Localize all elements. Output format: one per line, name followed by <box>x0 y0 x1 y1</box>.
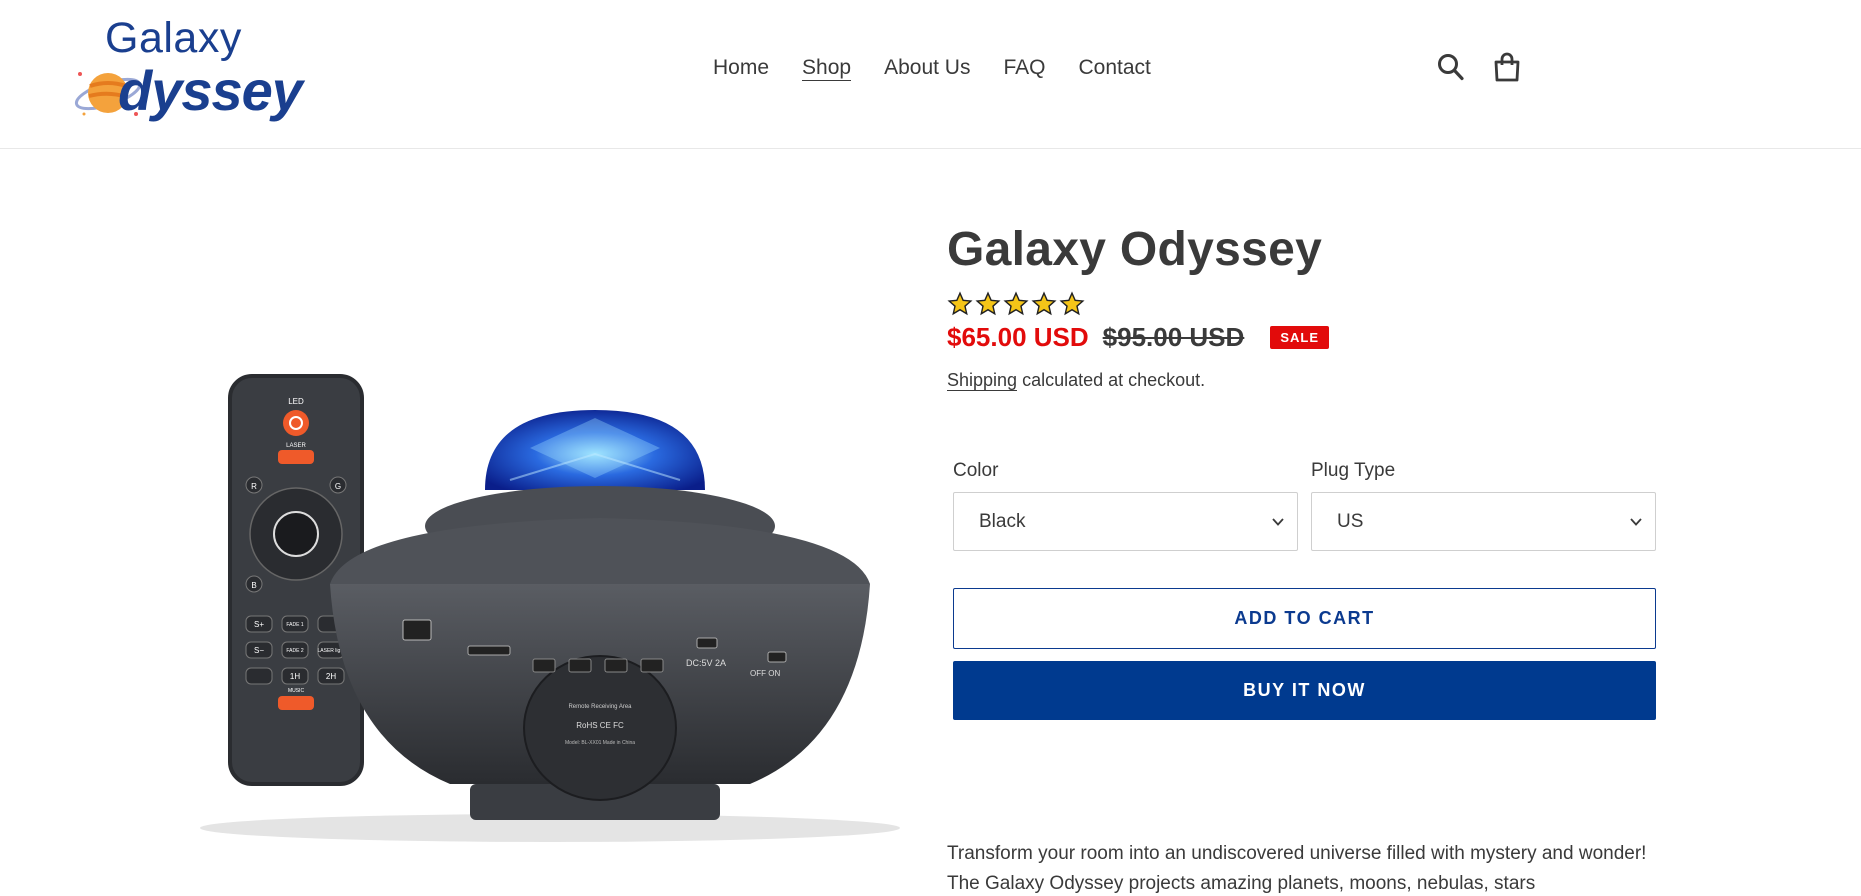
variant-selectors: Color Black Plug Type US <box>953 460 1656 551</box>
svg-text:1H: 1H <box>290 672 300 681</box>
chevron-down-icon <box>1272 518 1284 526</box>
color-label: Color <box>953 460 999 481</box>
add-to-cart-button[interactable]: ADD TO CART <box>953 588 1656 649</box>
svg-text:RoHS CE FC: RoHS CE FC <box>576 721 624 730</box>
star-icon <box>1031 291 1057 316</box>
search-icon[interactable] <box>1437 52 1465 82</box>
star-icon <box>947 291 973 316</box>
color-select[interactable]: Black <box>953 492 1298 551</box>
cart-icon[interactable] <box>1493 52 1521 82</box>
plug-value: US <box>1337 511 1364 532</box>
color-selector: Color Black <box>953 460 1298 551</box>
sale-badge: SALE <box>1270 325 1329 349</box>
main-nav: Home Shop About Us FAQ Contact <box>713 56 1184 81</box>
sale-price: $65.00 USD <box>947 321 1089 352</box>
svg-text:B: B <box>251 581 256 590</box>
svg-text:G: G <box>335 482 341 491</box>
remote-laser-label: LASER <box>286 443 306 449</box>
svg-text:Remote Receiving Area: Remote Receiving Area <box>568 704 632 710</box>
header-icons <box>1437 52 1521 82</box>
plug-selector: Plug Type US <box>1311 460 1656 551</box>
svg-text:Model: BL-XX01 Made in Chin: Model: BL-XX01 Made in China <box>565 740 635 746</box>
remote-led-label: LED <box>288 397 304 406</box>
product-description: Transform your room into an undiscovered… <box>947 843 1647 894</box>
nav-faq[interactable]: FAQ <box>1003 56 1045 81</box>
rating-stars <box>947 290 1657 318</box>
star-icon <box>1059 291 1085 316</box>
svg-text:FADE 2: FADE 2 <box>286 648 303 654</box>
product-title: Galaxy Odyssey <box>947 223 1323 276</box>
product-info: Galaxy Odyssey $65.00 USD $95.00 USD SAL… <box>947 222 1657 894</box>
svg-text:MUSIC: MUSIC <box>288 688 305 694</box>
regular-price: $95.00 USD <box>1102 321 1245 352</box>
product-image[interactable]: LED LASER R G B S+ FADE 1 S− FADE 2 LASE… <box>190 228 906 848</box>
svg-text:S−: S− <box>254 646 264 655</box>
shipping-link[interactable]: Shipping <box>947 370 1018 391</box>
color-value: Black <box>979 511 1026 532</box>
nav-contact[interactable]: Contact <box>1078 56 1150 81</box>
nav-shop[interactable]: Shop <box>802 56 852 81</box>
price-row: $65.00 USD $95.00 USD SALE <box>947 320 1657 354</box>
shipping-info: Shipping calculated at checkout. <box>947 370 1657 391</box>
svg-text:S+: S+ <box>254 620 264 629</box>
svg-text:FADE 1: FADE 1 <box>286 622 303 628</box>
galaxy-projector-image: LED LASER R G B S+ FADE 1 S− FADE 2 LASE… <box>200 374 900 842</box>
svg-text:2H: 2H <box>326 672 336 681</box>
nav-about-us[interactable]: About Us <box>884 56 970 81</box>
chevron-down-icon <box>1630 518 1642 526</box>
logo-text-top: Galaxy <box>105 14 242 62</box>
dc-label: DC:5V 2A <box>686 658 726 668</box>
shipping-text: calculated at checkout. <box>1017 370 1206 390</box>
star-icon <box>1003 291 1029 316</box>
logo-text-bottom: dyssey <box>118 59 303 122</box>
brand-logo[interactable]: Galaxy dyssey <box>72 14 303 126</box>
nav-home[interactable]: Home <box>713 56 769 81</box>
plug-label: Plug Type <box>1311 460 1396 481</box>
svg-text:R: R <box>251 482 257 491</box>
star-icon <box>975 291 1001 316</box>
site-header: Galaxy dyssey Home Shop About Us FAQ Con… <box>0 0 1861 149</box>
switch-label: OFF ON <box>750 669 780 678</box>
plug-select[interactable]: US <box>1311 492 1656 551</box>
buy-it-now-button[interactable]: BUY IT NOW <box>953 661 1656 720</box>
